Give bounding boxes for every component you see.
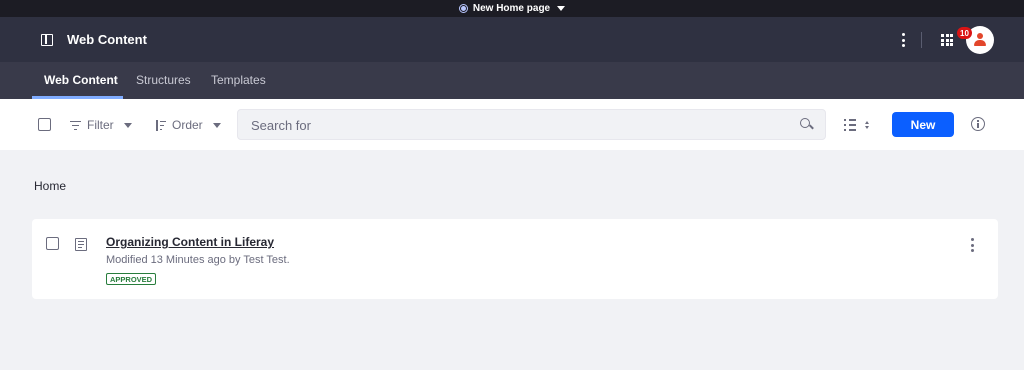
caret-down-icon (212, 122, 221, 128)
page-title: Web Content (67, 32, 147, 47)
header-divider (921, 32, 922, 48)
item-checkbox[interactable] (46, 237, 59, 250)
caret-down-icon (557, 6, 566, 11)
kebab-icon[interactable] (898, 31, 908, 49)
breadcrumb[interactable]: Home (34, 179, 66, 193)
tab-structures[interactable]: Structures (136, 73, 191, 87)
apps-grid-icon[interactable] (941, 34, 953, 46)
site-page-selector[interactable]: New Home page (0, 0, 1024, 17)
sidebar-toggle-icon[interactable] (41, 34, 53, 46)
info-icon[interactable] (971, 117, 985, 131)
item-actions-kebab-icon[interactable] (968, 237, 976, 253)
sort-icon (155, 119, 166, 131)
notification-badge[interactable]: 10 (957, 27, 972, 39)
tab-templates[interactable]: Templates (211, 73, 266, 87)
filter-button[interactable]: Filter (70, 118, 132, 132)
display-style-button[interactable] (843, 118, 871, 132)
item-title-link[interactable]: Organizing Content in Liferay (106, 235, 274, 249)
filter-icon (70, 120, 81, 130)
select-all-checkbox[interactable] (38, 118, 51, 131)
search-input[interactable]: Search for (237, 109, 826, 140)
order-label: Order (172, 118, 203, 132)
status-badge: APPROVED (106, 273, 157, 285)
search-icon[interactable] (800, 118, 813, 131)
filter-label: Filter (87, 118, 114, 132)
search-placeholder: Search for (251, 118, 311, 133)
web-content-article-icon (75, 238, 87, 251)
page-name: New Home page (472, 3, 551, 14)
tab-bar: Web Content Structures Templates (0, 62, 1024, 99)
order-button[interactable]: Order (155, 118, 221, 132)
caret-down-icon (123, 122, 132, 128)
new-button[interactable]: New (892, 112, 954, 137)
item-modified-info: Modified 13 Minutes ago by Test Test. (106, 254, 290, 266)
site-circle-icon (458, 4, 468, 13)
app-header: Web Content 10 (0, 17, 1024, 62)
tab-web-content[interactable]: Web Content (44, 73, 118, 87)
